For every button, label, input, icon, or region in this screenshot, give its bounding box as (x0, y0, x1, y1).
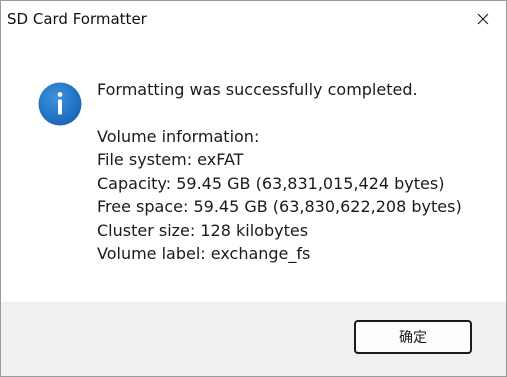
dialog-content: Formatting was successfully completed. V… (1, 37, 506, 302)
free-space-line: Free space: 59.45 GB (63,830,622,208 byt… (97, 197, 462, 217)
info-icon (38, 82, 82, 126)
file-system-line: File system: exFAT (97, 150, 244, 170)
ok-button-label: 确定 (399, 330, 427, 346)
volume-info: Volume information: File system: exFAT C… (97, 125, 462, 265)
cluster-size-line: Cluster size: 128 kilobytes (97, 220, 309, 240)
close-button[interactable] (460, 1, 506, 37)
message-dialog: SD Card Formatter Formatting was success… (0, 0, 507, 377)
volume-label-line: Volume label: exchange_fs (97, 243, 311, 263)
window-title: SD Card Formatter (7, 10, 147, 28)
dialog-footer: 确定 (1, 302, 506, 376)
title-bar[interactable]: SD Card Formatter (1, 1, 506, 37)
capacity-line: Capacity: 59.45 GB (63,831,015,424 bytes… (97, 173, 445, 193)
ok-button[interactable]: 确定 (354, 320, 472, 354)
close-icon (477, 13, 489, 25)
volume-info-title: Volume information: (97, 127, 260, 146)
message-heading: Formatting was successfully completed. (97, 80, 418, 99)
